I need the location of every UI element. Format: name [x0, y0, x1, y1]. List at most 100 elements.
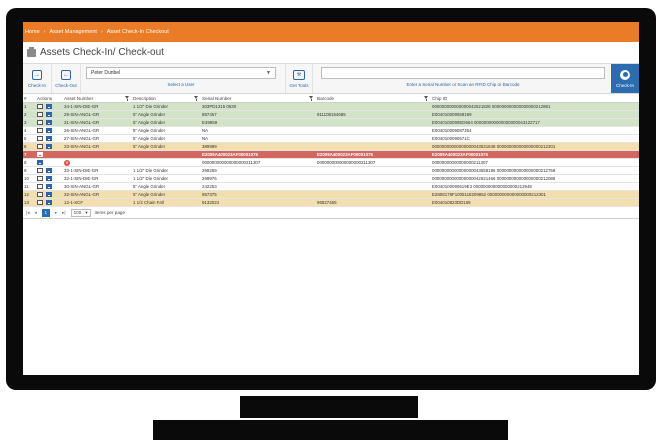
calendar-icon[interactable] — [37, 144, 43, 149]
last-page-icon[interactable]: ▸| — [62, 210, 66, 216]
calendar-icon[interactable] — [37, 120, 43, 125]
page-title: Assets Check-In/ Check-out — [40, 47, 164, 58]
table-row[interactable]: 10 32-1-SIN-DIE-GR 1 1/2" Die Grinder 26997… — [23, 175, 639, 183]
breadcrumb-asset-management[interactable]: Asset Management — [50, 29, 97, 35]
breadcrumb-separator: › — [43, 29, 46, 35]
cell-description: 5" Angle Grinder — [133, 120, 166, 125]
remove-icon[interactable] — [46, 168, 52, 173]
table-row[interactable]: 1 34-1-SIN-DIE-GR 1 1/2" Die Grinder 303PD1… — [23, 103, 639, 111]
check-in-submit-label: Check-In — [615, 82, 634, 88]
table-row[interactable]: 5 27-SIN-ANGL-GR 5" Angle Grinder NA E004010… — [23, 135, 639, 143]
cell-barcode: 000000000000000000211307 — [317, 160, 376, 165]
table-row[interactable]: 9 33-1-SIN-DIE-GR 1 1/2" Die Grinder 268269… — [23, 167, 639, 175]
current-page-button[interactable]: 1 — [41, 208, 50, 217]
remove-icon[interactable] — [46, 120, 52, 125]
row-number: 12 — [24, 192, 29, 197]
table-row[interactable]: 11 30-SIN-ANGL-GR 5" Angle Grinder 242253 E0… — [23, 183, 639, 191]
column-header-asset-number[interactable]: Asset Number — [63, 95, 132, 102]
row-number: 3 — [24, 120, 27, 125]
row-actions — [36, 135, 63, 142]
cell-serial-number: 897467 — [202, 112, 217, 117]
remove-icon[interactable] — [37, 160, 43, 165]
row-actions — [36, 143, 63, 150]
calendar-icon[interactable] — [37, 184, 43, 189]
row-number: 9 — [24, 168, 27, 173]
row-actions — [36, 183, 63, 190]
table-row[interactable]: 3 31-SIN-ANGL-GR 5" Angle Grinder E49959 E00… — [23, 119, 639, 127]
remove-icon[interactable] — [46, 104, 52, 109]
remove-icon[interactable] — [46, 112, 52, 117]
check-in-mode-label: Check-In — [27, 82, 46, 88]
check-out-mode-label: Check-Out — [55, 82, 77, 88]
column-header-chip-id[interactable]: Chip ID — [431, 95, 639, 102]
table-row[interactable]: 7 E2009A400023AF00001075 E2009A400023AF000… — [23, 151, 639, 159]
cell-barcode — [316, 103, 431, 110]
table-row[interactable]: 6 33-SIN-ANGL-GR 5" Angle Grinder 389999 000… — [23, 143, 639, 151]
calendar-icon[interactable] — [37, 128, 43, 133]
filter-icon[interactable] — [309, 96, 314, 101]
cell-chip-id: E2009A400023AF00001075 — [432, 152, 488, 157]
remove-icon[interactable] — [46, 144, 52, 149]
row-actions — [36, 151, 63, 158]
remove-icon[interactable] — [46, 200, 52, 205]
calendar-icon[interactable] — [37, 104, 43, 109]
user-select-group: Peter Dunbel ▼ Select a User — [81, 64, 281, 93]
cell-serial-number: E49959 — [202, 120, 218, 125]
cell-description: 5" Angle Grinder — [133, 192, 166, 197]
column-header-number: # — [24, 96, 27, 101]
table-row[interactable]: 12 32-SIN-ANGL-GR 5" Angle Grinder 957375 E2… — [23, 191, 639, 199]
remove-icon[interactable] — [46, 128, 52, 133]
next-page-icon[interactable]: ▸ — [55, 210, 57, 216]
calendar-icon[interactable] — [37, 176, 43, 181]
row-number: 11 — [24, 184, 29, 189]
calendar-icon[interactable] — [37, 112, 43, 117]
page-size-select[interactable]: 100 ▾ — [70, 208, 91, 217]
cell-description: 5" Angle Grinder — [133, 144, 166, 149]
column-header-description[interactable]: Description — [132, 95, 201, 102]
table-row[interactable]: 2 29-SIN-ANGL-GR 5" Angle Grinder 897467 911… — [23, 111, 639, 119]
table-row[interactable]: 8 ✕ 000000000000000000211307 00000000000000… — [23, 159, 639, 167]
scan-input[interactable] — [321, 67, 605, 79]
column-header-barcode[interactable]: Barcode — [316, 95, 431, 102]
row-actions — [36, 167, 63, 174]
filter-icon[interactable] — [424, 96, 429, 101]
check-out-mode-button[interactable]: ← Check-Out — [52, 64, 81, 93]
remove-icon[interactable] — [46, 192, 52, 197]
remove-icon[interactable] — [37, 152, 43, 157]
filter-icon[interactable] — [125, 96, 130, 101]
remove-icon[interactable] — [46, 176, 52, 181]
filter-icon[interactable] — [194, 96, 199, 101]
column-header-serial-number[interactable]: Serial Number — [201, 95, 316, 102]
cell-asset-number: 29-SIN-ANGL-GR — [64, 112, 100, 117]
page-header: Assets Check-In/ Check-out — [23, 42, 639, 64]
cell-asset-number: 32-1-SIN-DIE-GR — [64, 176, 99, 181]
chevron-down-icon: ▾ — [85, 209, 88, 215]
breadcrumb-separator: › — [100, 29, 103, 35]
cell-barcode — [316, 127, 431, 134]
cell-serial-number: 389999 — [202, 144, 217, 149]
check-in-mode-button[interactable]: → Check-In — [23, 64, 52, 93]
cell-chip-id: 00000000000000000043531848 0000000000000… — [432, 144, 556, 149]
cell-serial-number: 957375 — [202, 192, 217, 197]
remove-icon[interactable] — [46, 184, 52, 189]
row-number: 10 — [24, 176, 29, 181]
remove-icon[interactable] — [46, 136, 52, 141]
user-select[interactable]: Peter Dunbel ▼ — [86, 67, 276, 79]
get-tools-button[interactable]: ⚒ Get Tools — [285, 64, 313, 93]
calendar-icon[interactable] — [37, 168, 43, 173]
prev-page-icon[interactable]: ◂ — [35, 210, 37, 216]
cell-barcode — [316, 143, 431, 150]
calendar-icon[interactable] — [37, 136, 43, 141]
check-in-submit-button[interactable]: Check-In — [611, 64, 639, 93]
table-row[interactable]: 4 26-SIN-ANGL-GR 5" Angle Grinder NA E004010… — [23, 127, 639, 135]
cell-serial-number: 269976 — [202, 176, 217, 181]
breadcrumb-home[interactable]: Home — [25, 29, 40, 35]
calendar-icon[interactable] — [37, 200, 43, 205]
table-row[interactable]: 13 12-1-SCF 1 1/2 Chain Fall 9132024 9682746… — [23, 199, 639, 207]
first-page-icon[interactable]: |◂ — [26, 210, 30, 216]
row-number: 7 — [24, 152, 27, 157]
app-screen: Home › Asset Management › Asset Check-In… — [23, 22, 639, 375]
calendar-icon[interactable] — [37, 192, 43, 197]
cell-asset-number: 34-1-SIN-DIE-GR — [64, 104, 99, 109]
row-number: 6 — [24, 144, 27, 149]
